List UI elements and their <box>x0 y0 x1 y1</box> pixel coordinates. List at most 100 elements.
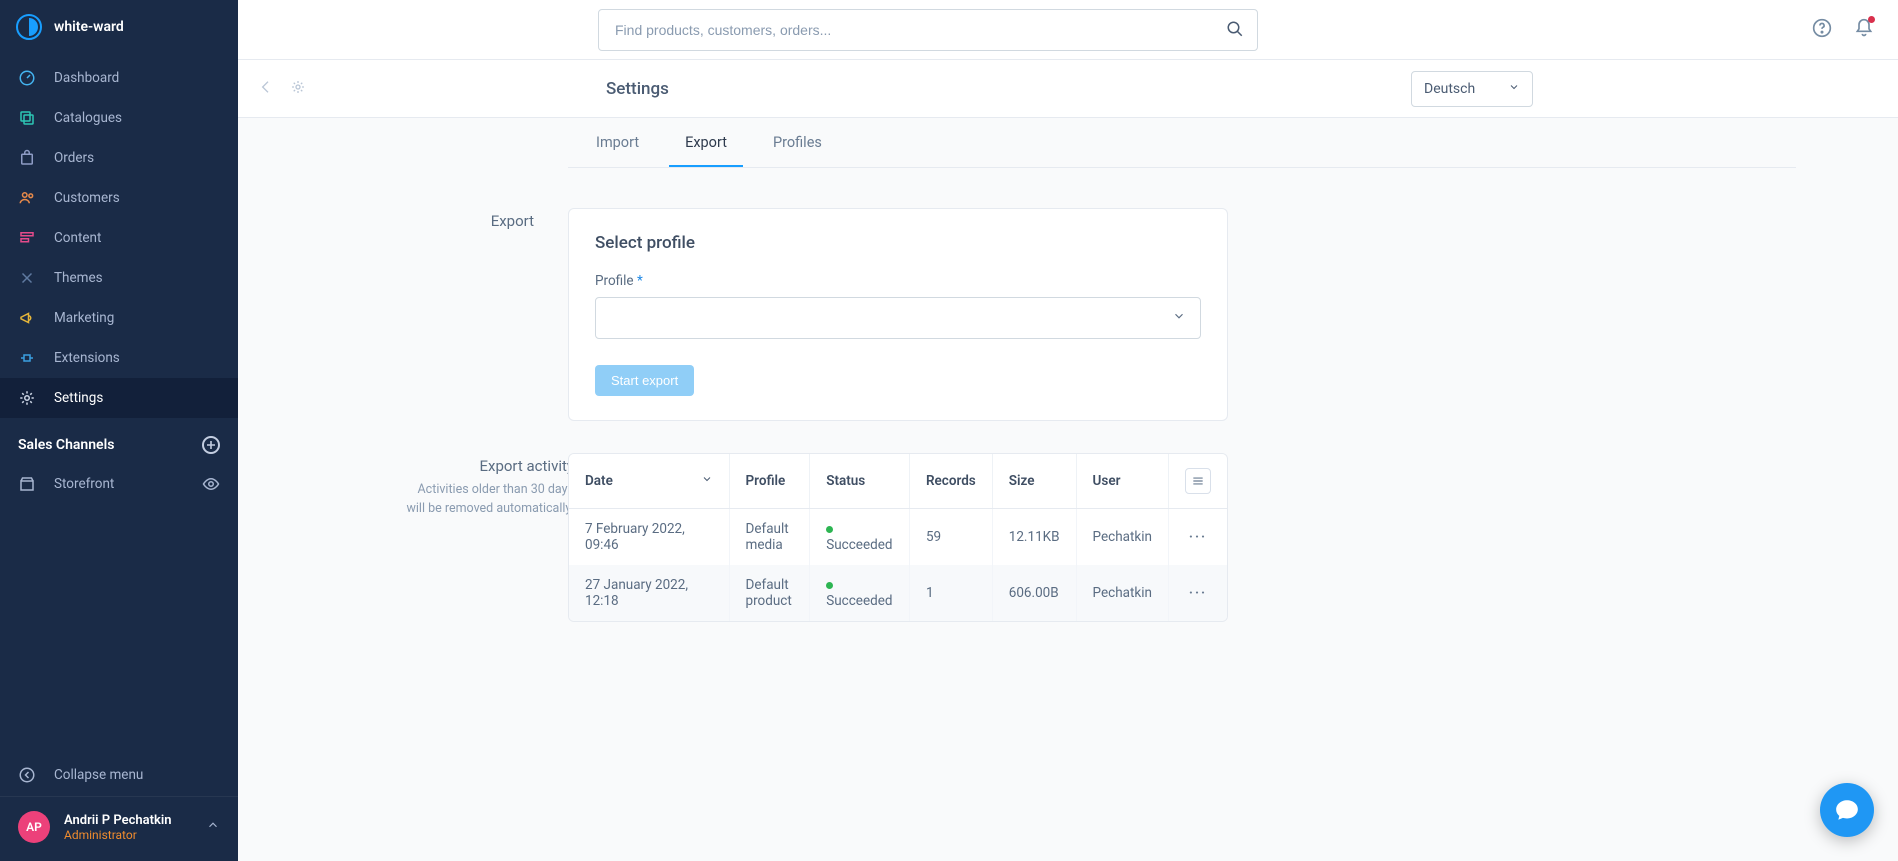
profile-select[interactable] <box>595 297 1201 339</box>
cell-date: 27 January 2022, 12:18 <box>569 565 729 621</box>
cell-profile: Default media <box>729 509 810 566</box>
sidebar: white-ward Dashboard Catalogues Orders C… <box>0 0 238 861</box>
tools-icon <box>18 269 36 287</box>
page-header: Settings Deutsch <box>238 60 1898 118</box>
status-dot-icon <box>826 582 833 589</box>
section-label-export: Export <box>398 208 568 421</box>
add-channel-button[interactable] <box>202 436 220 454</box>
language-select[interactable]: Deutsch <box>1411 71 1533 107</box>
cell-date: 7 February 2022, 09:46 <box>569 509 729 566</box>
brand-name: white-ward <box>54 19 124 35</box>
megaphone-icon <box>18 309 36 327</box>
language-value: Deutsch <box>1424 81 1475 97</box>
cell-status: Succeeded <box>810 509 910 566</box>
sidebar-item-customers[interactable]: Customers <box>0 178 238 218</box>
copy-icon <box>18 109 36 127</box>
page-title: Settings <box>606 79 669 99</box>
sidebar-item-orders[interactable]: Orders <box>0 138 238 178</box>
card-title: Select profile <box>595 233 1201 253</box>
th-records[interactable]: Records <box>909 454 992 509</box>
sidebar-item-label: Dashboard <box>54 70 220 86</box>
chevron-down-icon <box>1172 309 1186 327</box>
sidebar-item-content[interactable]: Content <box>0 218 238 258</box>
layout-icon <box>18 229 36 247</box>
plug-icon <box>18 349 36 367</box>
th-config[interactable] <box>1169 454 1228 509</box>
th-date[interactable]: Date <box>569 454 729 509</box>
user-info: Andrii P Pechatkin Administrator <box>64 813 192 842</box>
sales-channels-heading: Sales Channels <box>0 418 238 464</box>
cell-profile: Default product <box>729 565 810 621</box>
cell-size: 606.00B <box>992 565 1076 621</box>
chat-icon <box>1834 797 1860 823</box>
sidebar-item-label: Catalogues <box>54 110 220 126</box>
row-actions-button[interactable]: ··· <box>1189 529 1207 545</box>
profile-field-label-text: Profile <box>595 273 634 289</box>
sidebar-item-label: Marketing <box>54 310 220 326</box>
content-scroll[interactable]: Import Export Profiles Export Select pro… <box>238 118 1898 861</box>
brand: white-ward <box>0 0 238 58</box>
chevron-down-icon <box>701 473 713 489</box>
cell-user: Pechatkin <box>1076 565 1168 621</box>
required-marker: * <box>637 273 643 289</box>
cell-records: 1 <box>909 565 992 621</box>
sidebar-item-dashboard[interactable]: Dashboard <box>0 58 238 98</box>
sidebar-item-label: Customers <box>54 190 220 206</box>
activity-label-text: Export activity <box>398 457 574 475</box>
th-status[interactable]: Status <box>810 454 910 509</box>
gauge-icon <box>18 69 36 87</box>
sidebar-item-settings[interactable]: Settings <box>0 378 238 418</box>
chevron-down-icon <box>1508 81 1520 97</box>
user-menu[interactable]: AP Andrii P Pechatkin Administrator <box>0 796 238 861</box>
sidebar-item-themes[interactable]: Themes <box>0 258 238 298</box>
eye-icon[interactable] <box>202 475 220 493</box>
sidebar-item-label: Orders <box>54 150 220 166</box>
table-row[interactable]: 7 February 2022, 09:46 Default media Suc… <box>569 509 1227 566</box>
start-export-button[interactable]: Start export <box>595 365 694 396</box>
help-icon[interactable] <box>1812 18 1832 42</box>
sidebar-item-marketing[interactable]: Marketing <box>0 298 238 338</box>
tab-profiles[interactable]: Profiles <box>757 118 838 167</box>
activity-sublabel: Activities older than 30 days will be re… <box>398 481 574 519</box>
collapse-icon <box>18 766 36 784</box>
bag-icon <box>18 149 36 167</box>
tab-import[interactable]: Import <box>580 118 655 167</box>
collapse-label: Collapse menu <box>54 767 143 783</box>
export-card: Select profile Profile * Start export <box>568 208 1228 421</box>
brand-logo-icon <box>16 14 42 40</box>
th-size[interactable]: Size <box>992 454 1076 509</box>
main: Settings Deutsch Import Export Profiles … <box>238 0 1898 861</box>
sidebar-item-catalogues[interactable]: Catalogues <box>0 98 238 138</box>
sidebar-nav: Dashboard Catalogues Orders Customers Co… <box>0 58 238 418</box>
storefront-icon <box>18 475 36 493</box>
table-row[interactable]: 27 January 2022, 12:18 Default product S… <box>569 565 1227 621</box>
cell-status: Succeeded <box>810 565 910 621</box>
search-wrap <box>598 9 1258 51</box>
notifications-button[interactable] <box>1854 18 1874 42</box>
chat-bubble-button[interactable] <box>1820 783 1874 837</box>
topbar <box>238 0 1898 60</box>
tab-export[interactable]: Export <box>669 118 743 167</box>
gear-icon <box>18 389 36 407</box>
sidebar-item-extensions[interactable]: Extensions <box>0 338 238 378</box>
sidebar-item-label: Settings <box>54 390 220 406</box>
row-actions-button[interactable]: ··· <box>1189 585 1207 601</box>
collapse-menu-button[interactable]: Collapse menu <box>0 754 238 796</box>
search-icon[interactable] <box>1226 20 1244 42</box>
th-user[interactable]: User <box>1076 454 1168 509</box>
user-role: Administrator <box>64 828 192 842</box>
avatar: AP <box>18 811 50 843</box>
chevron-up-icon <box>206 818 220 836</box>
settings-gear-icon[interactable] <box>290 79 306 99</box>
sidebar-item-label: Content <box>54 230 220 246</box>
sidebar-item-label: Extensions <box>54 350 220 366</box>
cell-size: 12.11KB <box>992 509 1076 566</box>
tabs: Import Export Profiles <box>568 118 1796 168</box>
cell-user: Pechatkin <box>1076 509 1168 566</box>
columns-config-icon[interactable] <box>1185 468 1211 494</box>
back-icon[interactable] <box>258 79 274 99</box>
sidebar-channel-storefront[interactable]: Storefront <box>0 464 238 504</box>
th-profile[interactable]: Profile <box>729 454 810 509</box>
activity-section: Export activity Activities older than 30… <box>398 453 1796 622</box>
search-input[interactable] <box>598 9 1258 51</box>
